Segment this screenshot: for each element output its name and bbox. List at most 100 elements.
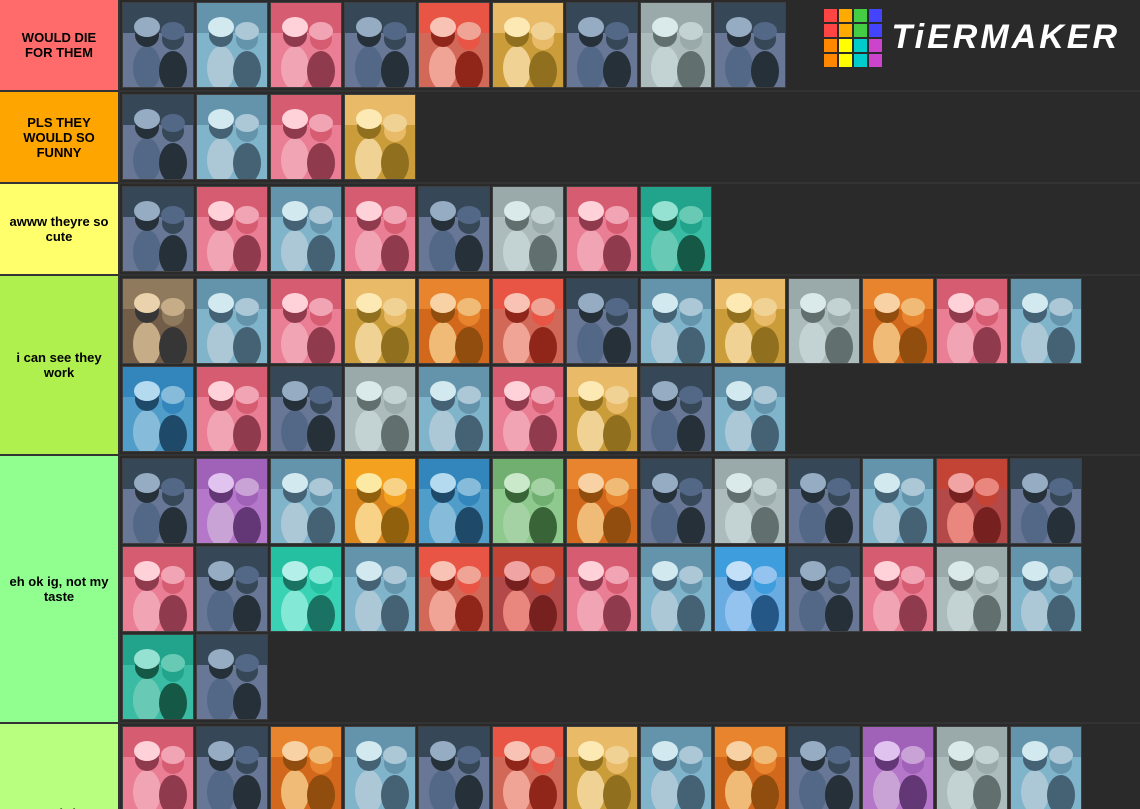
char-card (640, 186, 712, 272)
logo-text: TiERMAKER (892, 18, 1121, 57)
tier-label-a: PLS THEY WOULD SO FUNNY (0, 92, 120, 182)
char-card (344, 186, 416, 272)
char-card (714, 458, 786, 544)
char-card (418, 2, 490, 88)
char-card (122, 458, 194, 544)
header-row: TiERMAKER (640, 0, 1140, 75)
char-card (492, 458, 564, 544)
char-card (418, 278, 490, 364)
char-card (788, 278, 860, 364)
char-card (492, 726, 564, 809)
char-card (270, 186, 342, 272)
char-card (640, 458, 712, 544)
char-card (122, 278, 194, 364)
char-card (344, 458, 416, 544)
char-card (492, 546, 564, 632)
char-card (270, 458, 342, 544)
tier-row-a: PLS THEY WOULD SO FUNNY (0, 92, 1140, 184)
char-card (122, 186, 194, 272)
char-card (122, 366, 194, 452)
char-card (714, 726, 786, 809)
char-card (640, 366, 712, 452)
char-card (418, 366, 490, 452)
char-card (122, 2, 194, 88)
char-card (418, 726, 490, 809)
logo-grid (824, 9, 882, 67)
char-card (788, 458, 860, 544)
char-card (714, 366, 786, 452)
char-card (418, 458, 490, 544)
char-card (1010, 458, 1082, 544)
tier-label-b: awww theyre so cute (0, 184, 120, 274)
char-card (122, 94, 194, 180)
char-card (492, 186, 564, 272)
char-card (566, 186, 638, 272)
char-card (566, 366, 638, 452)
char-card (270, 546, 342, 632)
char-card (196, 726, 268, 809)
char-card (566, 546, 638, 632)
char-card (344, 2, 416, 88)
char-card (640, 278, 712, 364)
char-card (566, 278, 638, 364)
char-card (788, 546, 860, 632)
char-card (936, 546, 1008, 632)
char-card (344, 726, 416, 809)
tier-row-e: weird (0, 724, 1140, 809)
char-card (270, 366, 342, 452)
tier-content-d (120, 456, 1140, 722)
char-card (418, 186, 490, 272)
char-card (788, 726, 860, 809)
tier-row-d: eh ok ig, not my taste (0, 456, 1140, 724)
char-card (862, 546, 934, 632)
char-card (270, 94, 342, 180)
char-card (492, 2, 564, 88)
char-card (122, 546, 194, 632)
char-card (862, 278, 934, 364)
tier-label-e: weird (0, 724, 120, 809)
char-card (270, 278, 342, 364)
char-card (344, 366, 416, 452)
char-card (714, 546, 786, 632)
char-card (862, 726, 934, 809)
char-card (196, 278, 268, 364)
char-card (714, 278, 786, 364)
tier-row-b: awww theyre so cute (0, 184, 1140, 276)
tier-content-a (120, 92, 1140, 182)
tier-label-d: eh ok ig, not my taste (0, 456, 120, 722)
char-card (196, 458, 268, 544)
char-card (936, 726, 1008, 809)
char-card (936, 458, 1008, 544)
char-card (344, 546, 416, 632)
tier-label-c: i can see they work (0, 276, 120, 454)
tier-list: WOULD DIE FOR THEM PLS THEY WOULD SO FUN… (0, 0, 1140, 809)
char-card (344, 94, 416, 180)
char-card (196, 186, 268, 272)
tier-label-s: WOULD DIE FOR THEM (0, 0, 120, 90)
char-card (196, 634, 268, 720)
char-card (640, 546, 712, 632)
char-card (640, 726, 712, 809)
tier-content-c (120, 276, 1140, 454)
char-card (566, 2, 638, 88)
char-card (1010, 726, 1082, 809)
char-card (566, 726, 638, 809)
tier-list-container: TiERMAKER WOULD DIE FOR THEM PLS THEY WO… (0, 0, 1140, 809)
tier-content-b (120, 184, 1140, 274)
char-card (196, 2, 268, 88)
char-card (270, 726, 342, 809)
char-card (196, 366, 268, 452)
char-card (122, 634, 194, 720)
char-card (492, 278, 564, 364)
tier-content-e (120, 724, 1140, 809)
char-card (418, 546, 490, 632)
char-card (270, 2, 342, 88)
char-card (936, 278, 1008, 364)
char-card (1010, 278, 1082, 364)
char-card (196, 94, 268, 180)
char-card (196, 546, 268, 632)
char-card (566, 458, 638, 544)
char-card (122, 726, 194, 809)
char-card (492, 366, 564, 452)
char-card (344, 278, 416, 364)
